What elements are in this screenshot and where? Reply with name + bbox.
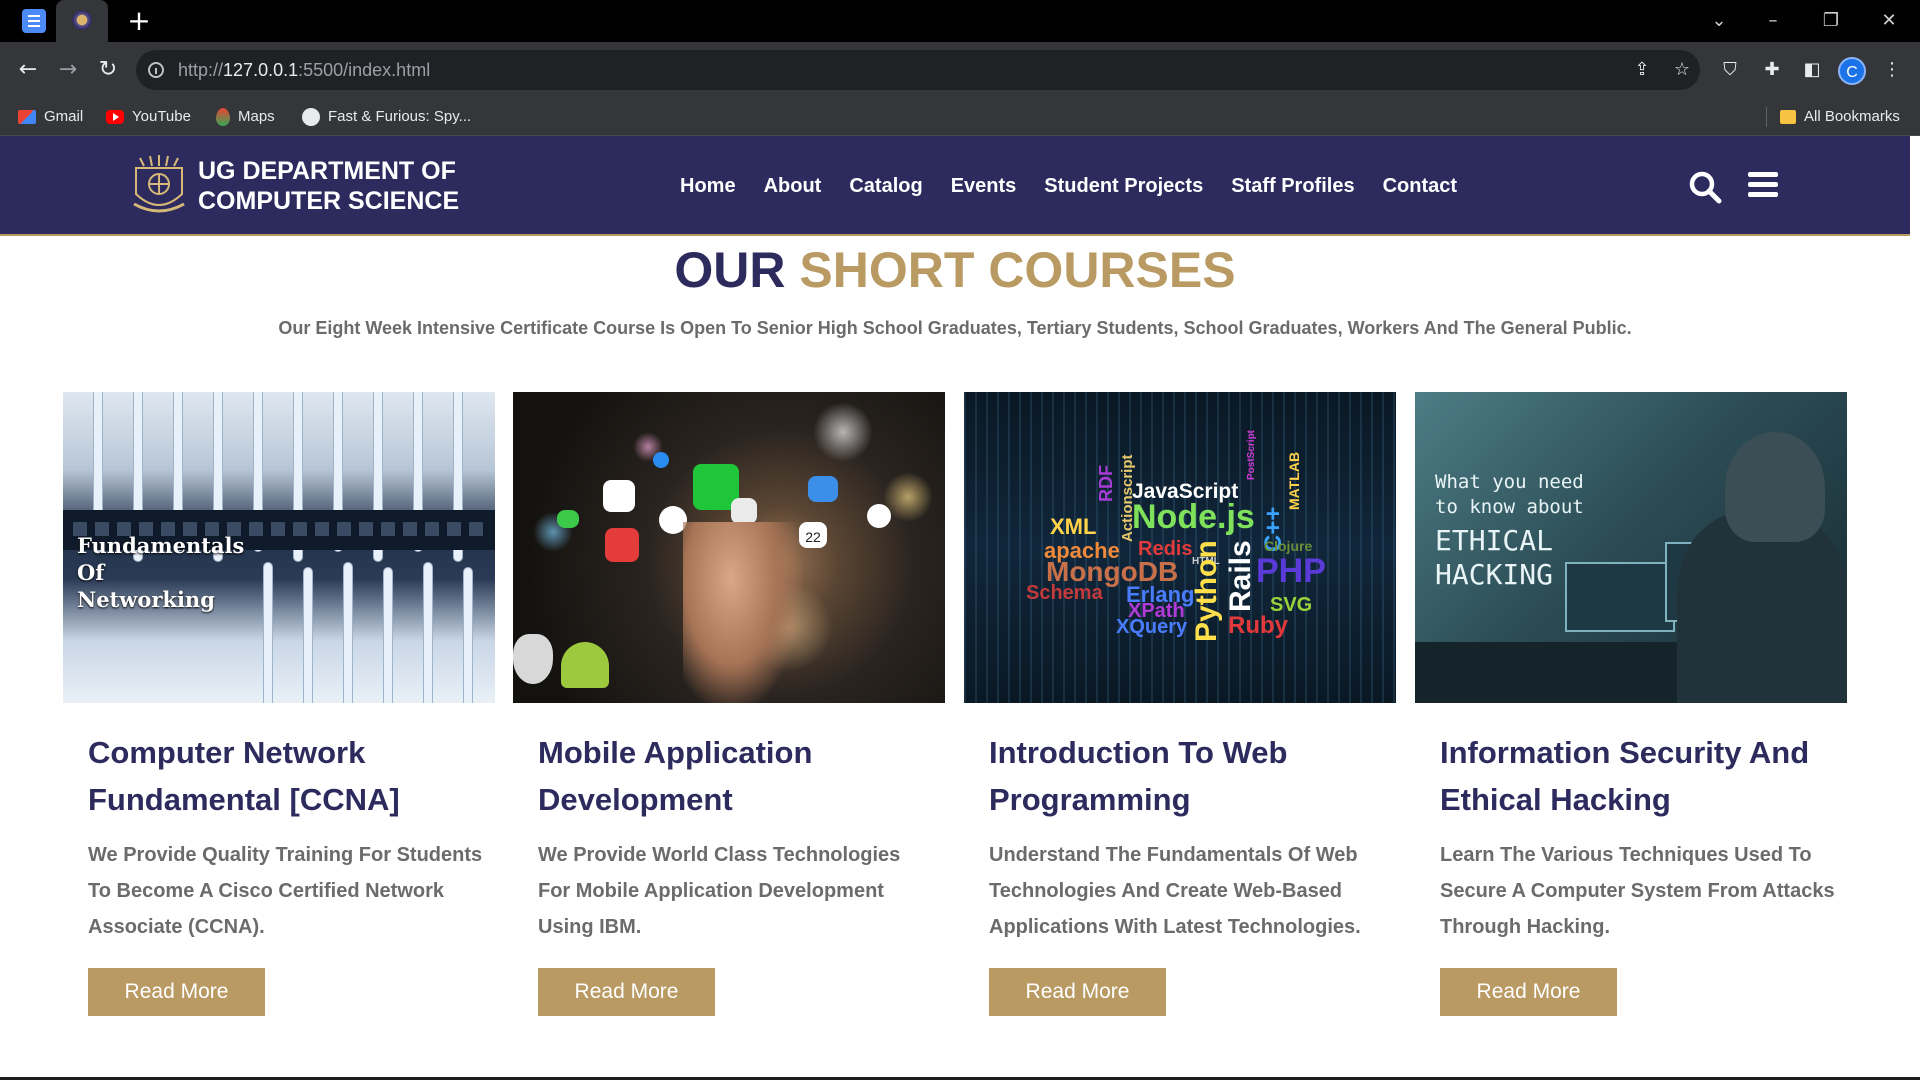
maps-icon [216,108,230,126]
safari-app-icon [653,452,669,468]
nav-contact[interactable]: Contact [1383,175,1457,198]
all-bookmarks[interactable]: All Bookmarks [1780,98,1900,136]
bookmark-star-icon[interactable]: ☆ [1672,60,1692,80]
bookmark-gmail[interactable]: Gmail [18,98,83,136]
hacker-hood-graphic [1725,432,1825,542]
site-info-icon[interactable] [148,62,164,78]
nav-about[interactable]: About [764,175,822,198]
browser-menu-icon[interactable]: ⋮ [1880,58,1904,82]
mail-app-icon [808,476,838,502]
course-description: We Provide World Class Technologies For … [538,844,901,938]
address-bar[interactable]: http://127.0.0.1:5500/index.html ⇪ ☆ [136,50,1700,90]
site-header: UG DEPARTMENT OF COMPUTER SCIENCE Home A… [0,136,1910,236]
mobile-course-image[interactable]: 22 [513,392,945,703]
course-card: 22 Mobile Application Development We Pro… [513,392,945,1016]
nav-catalog[interactable]: Catalog [849,175,922,198]
nav-home[interactable]: Home [680,175,736,198]
apple-logo-icon [513,634,553,684]
search-icon[interactable] [1688,170,1722,204]
shield-extension-icon[interactable]: ⛉ [1718,58,1742,82]
course-title[interactable]: Information Security And Ethical Hacking [1440,729,1840,823]
extensions-puzzle-icon[interactable]: ✚ [1760,58,1784,82]
bookmark-youtube[interactable]: YouTube [106,98,191,136]
networking-course-image[interactable]: Fundamentals Of Networking [63,392,495,703]
browser-toolbar: ← → ↻ http://127.0.0.1:5500/index.html ⇪… [0,42,1920,98]
read-more-button[interactable]: Read More [538,968,715,1016]
forward-icon[interactable]: → [52,54,84,86]
course-title[interactable]: Mobile Application Development [538,729,938,823]
hand-graphic [683,522,803,703]
course-description: Learn The Various Techniques Used To Sec… [1440,844,1835,938]
image-caption: What you need to know about ETHICAL HACK… [1435,471,1584,591]
docs-tab-icon[interactable] [22,9,46,33]
active-tab[interactable] [56,0,108,42]
course-card: XML RDF Actionscript JavaScript Node.js … [964,392,1396,1016]
browser-tab-strip: + ⌄ – ❐ ✕ [0,0,1920,42]
read-more-button[interactable]: Read More [88,968,265,1016]
nav-student-projects[interactable]: Student Projects [1044,175,1203,198]
bookmark-maps[interactable]: Maps [216,98,275,136]
site-favicon-icon [72,10,92,30]
tab-search-chevron-icon[interactable]: ⌄ [1696,6,1742,36]
messages-app-icon [557,510,579,528]
calendar-app-icon: 22 [799,522,827,548]
share-icon[interactable]: ⇪ [1632,60,1652,80]
university-crest-logo[interactable] [130,154,188,218]
section-title: OUR SHORT COURSES [674,242,1236,298]
restore-icon[interactable]: ❐ [1808,6,1854,36]
nav-staff-profiles[interactable]: Staff Profiles [1231,175,1354,198]
music-app-icon [605,528,639,562]
new-tab-icon[interactable]: + [124,4,154,38]
url-text[interactable]: http://127.0.0.1:5500/index.html [178,50,430,90]
bookmarks-separator [1766,107,1767,127]
side-panel-icon[interactable]: ◧ [1800,58,1824,82]
bookmark-fast-furious[interactable]: Fast & Furious: Spy... [302,98,471,136]
main-nav: Home About Catalog Events Student Projec… [680,136,1457,236]
hamburger-menu-icon[interactable] [1748,172,1778,198]
department-brand[interactable]: UG DEPARTMENT OF COMPUTER SCIENCE [198,156,459,216]
globe-icon [302,108,320,126]
calculator-app-icon [731,498,757,524]
course-description: We Provide Quality Training For Students… [88,844,483,938]
clock-app-icon [867,504,891,528]
android-logo-icon [561,642,609,688]
bookmarks-bar: Gmail YouTube Maps Fast & Furious: Spy..… [0,98,1920,136]
close-window-icon[interactable]: ✕ [1866,6,1912,36]
profile-avatar[interactable]: C [1838,57,1866,85]
read-more-button[interactable]: Read More [1440,968,1617,1016]
section-subtitle: Our Eight Week Intensive Certificate Cou… [278,318,1632,338]
ethical-hacking-course-image[interactable]: What you need to know about ETHICAL HACK… [1415,392,1847,703]
image-caption: Fundamentals Of Networking [77,533,245,612]
nav-events[interactable]: Events [951,175,1017,198]
read-more-button[interactable]: Read More [989,968,1166,1016]
course-card: What you need to know about ETHICAL HACK… [1415,392,1847,1016]
course-title[interactable]: Introduction To Web Programming [989,729,1389,823]
gmail-icon [18,110,36,124]
folder-icon [1780,110,1796,124]
youtube-icon [106,110,124,124]
course-title[interactable]: Computer Network Fundamental [CCNA] [88,729,488,823]
minimize-icon[interactable]: – [1750,6,1796,36]
course-description: Understand The Fundamentals Of Web Techn… [989,844,1361,938]
photos-app-icon [603,480,635,512]
web-programming-course-image[interactable]: XML RDF Actionscript JavaScript Node.js … [964,392,1396,703]
course-card: Fundamentals Of Networking Computer Netw… [63,392,495,1016]
reload-icon[interactable]: ↻ [92,54,124,86]
back-icon[interactable]: ← [12,54,44,86]
